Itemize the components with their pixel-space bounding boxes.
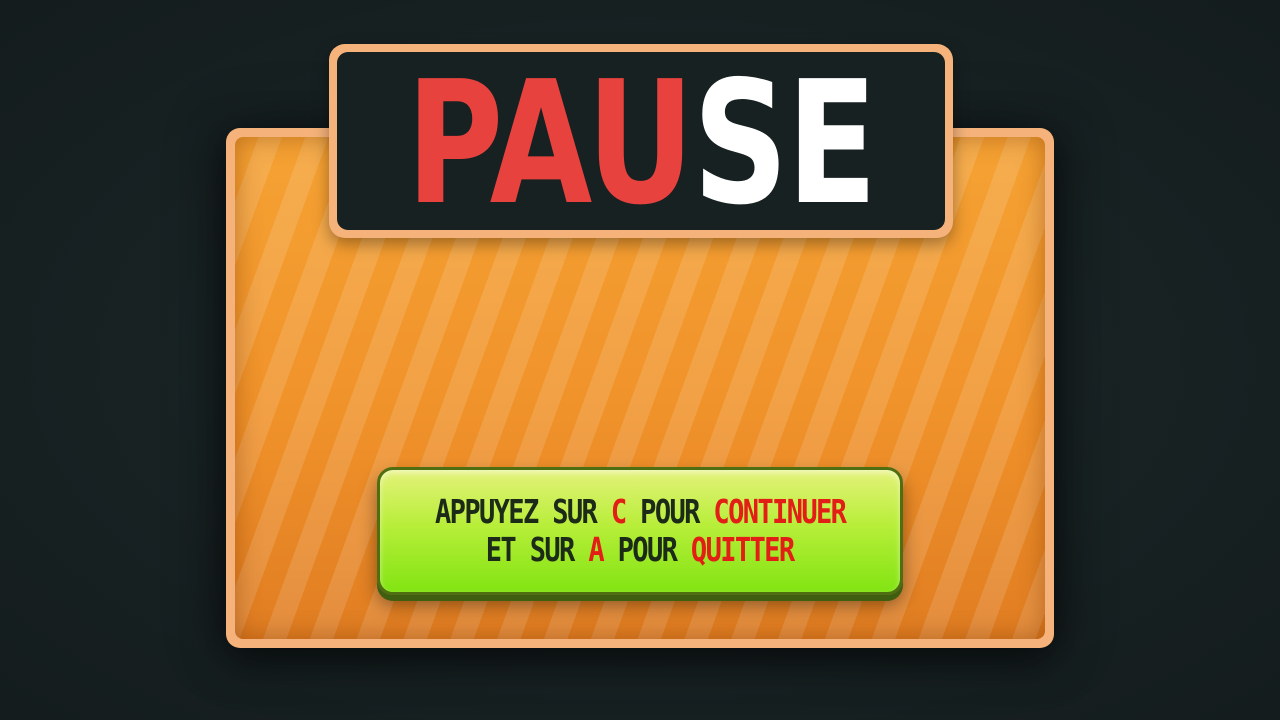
pause-title-inner: PAUSE	[337, 52, 945, 230]
hint-key-c: C	[610, 492, 627, 532]
hint-line1-middle: POUR	[625, 492, 714, 532]
hint-action-continue: CONTINUER	[713, 492, 847, 532]
pause-title-red-part: PAU	[406, 45, 694, 243]
hint-line-quit: ET SUR A POUR QUITTER	[486, 530, 795, 569]
pause-title-white-part: SE	[692, 45, 878, 243]
hint-line1-before: APPUYEZ SUR	[434, 492, 611, 532]
controls-hint-box: APPUYEZ SUR C POUR CONTINUER ET SUR A PO…	[377, 467, 903, 595]
pause-title: PAUSE	[406, 59, 877, 229]
hint-line2-middle: POUR	[603, 530, 692, 569]
hint-line-continue: APPUYEZ SUR C POUR CONTINUER	[434, 492, 847, 532]
hint-key-a: A	[588, 530, 605, 569]
hint-action-quit: QUITTER	[691, 530, 795, 569]
pause-title-box: PAUSE	[329, 44, 953, 238]
hint-line2-before: ET SUR	[486, 530, 589, 569]
